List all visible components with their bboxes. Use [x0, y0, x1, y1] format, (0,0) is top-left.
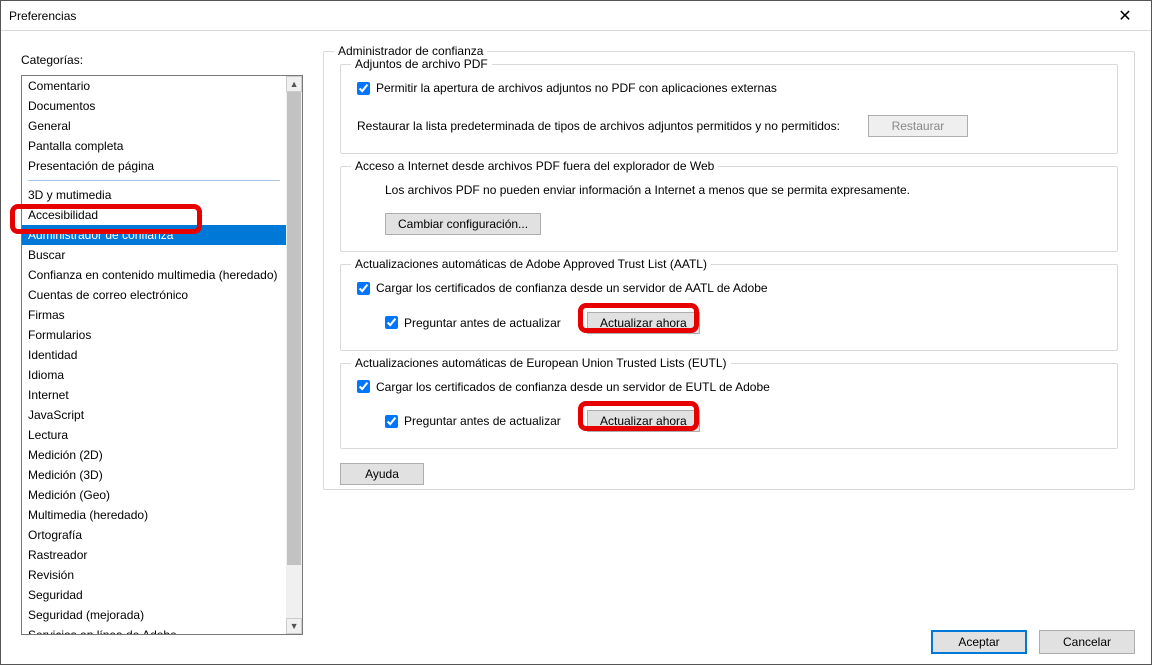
aatl-load-input[interactable] — [357, 282, 370, 295]
internet-access-legend: Acceso a Internet desde archivos PDF fue… — [351, 159, 718, 173]
scroll-track[interactable] — [286, 92, 302, 618]
list-item[interactable]: 3D y mutimedia — [22, 185, 286, 205]
aatl-group: Actualizaciones automáticas de Adobe App… — [340, 264, 1118, 351]
internet-access-group: Acceso a Internet desde archivos PDF fue… — [340, 166, 1118, 252]
eutl-ask-input[interactable] — [385, 415, 398, 428]
aatl-load-label: Cargar los certificados de confianza des… — [376, 281, 768, 295]
list-item[interactable]: Internet — [22, 385, 286, 405]
aatl-ask-input[interactable] — [385, 316, 398, 329]
list-item[interactable]: Identidad — [22, 345, 286, 365]
titlebar: Preferencias ✕ — [1, 1, 1151, 31]
categories-listbox[interactable]: ComentarioDocumentosGeneralPantalla comp… — [21, 75, 303, 635]
categories-list-inner: ComentarioDocumentosGeneralPantalla comp… — [22, 76, 286, 634]
list-item[interactable]: Medición (Geo) — [22, 485, 286, 505]
list-item[interactable]: Comentario — [22, 76, 286, 96]
pdf-attachments-legend: Adjuntos de archivo PDF — [351, 57, 492, 71]
list-item[interactable]: Medición (2D) — [22, 445, 286, 465]
categories-label: Categorías: — [21, 53, 83, 67]
eutl-update-button[interactable]: Actualizar ahora — [587, 410, 700, 432]
list-item[interactable]: Buscar — [22, 245, 286, 265]
list-item[interactable]: JavaScript — [22, 405, 286, 425]
aatl-legend: Actualizaciones automáticas de Adobe App… — [351, 257, 711, 271]
list-separator — [28, 180, 280, 181]
pdf-attachments-group: Adjuntos de archivo PDF Permitir la aper… — [340, 64, 1118, 154]
allow-non-pdf-input[interactable] — [357, 82, 370, 95]
list-item[interactable]: Accesibilidad — [22, 205, 286, 225]
list-item[interactable]: Revisión — [22, 565, 286, 585]
list-item[interactable]: Presentación de página — [22, 156, 286, 176]
eutl-group: Actualizaciones automáticas de European … — [340, 363, 1118, 450]
list-item[interactable]: Formularios — [22, 325, 286, 345]
list-item[interactable]: Seguridad — [22, 585, 286, 605]
window-title: Preferencias — [9, 9, 76, 23]
list-item[interactable]: Rastreador — [22, 545, 286, 565]
eutl-load-label: Cargar los certificados de confianza des… — [376, 380, 770, 394]
allow-non-pdf-label: Permitir la apertura de archivos adjunto… — [376, 81, 777, 95]
cancel-button[interactable]: Cancelar — [1039, 630, 1135, 654]
restore-button[interactable]: Restaurar — [868, 115, 968, 137]
scroll-up-icon[interactable]: ▲ — [286, 76, 302, 92]
eutl-ask-label: Preguntar antes de actualizar — [404, 414, 561, 428]
internet-access-desc: Los archivos PDF no pueden enviar inform… — [385, 183, 1101, 197]
list-item[interactable]: Ortografía — [22, 525, 286, 545]
scroll-thumb[interactable] — [287, 92, 301, 565]
change-settings-button[interactable]: Cambiar configuración... — [385, 213, 541, 235]
list-item[interactable]: Medición (3D) — [22, 465, 286, 485]
eutl-legend: Actualizaciones automáticas de European … — [351, 356, 731, 370]
list-item[interactable]: Firmas — [22, 305, 286, 325]
aatl-update-button[interactable]: Actualizar ahora — [587, 312, 700, 334]
list-item[interactable]: Servicios en línea de Adobe — [22, 625, 286, 634]
restore-list-text: Restaurar la lista predeterminada de tip… — [357, 119, 840, 133]
aatl-load-checkbox[interactable]: Cargar los certificados de confianza des… — [357, 281, 768, 295]
eutl-load-input[interactable] — [357, 380, 370, 393]
scrollbar[interactable]: ▲ ▼ — [286, 76, 302, 634]
list-item[interactable]: Seguridad (mejorada) — [22, 605, 286, 625]
ok-button[interactable]: Aceptar — [931, 630, 1027, 654]
preferences-window: Preferencias ✕ Categorías: ComentarioDoc… — [0, 0, 1152, 665]
scroll-down-icon[interactable]: ▼ — [286, 618, 302, 634]
list-item[interactable]: Lectura — [22, 425, 286, 445]
list-item[interactable]: Idioma — [22, 365, 286, 385]
allow-non-pdf-checkbox[interactable]: Permitir la apertura de archivos adjunto… — [357, 81, 777, 95]
eutl-ask-checkbox[interactable]: Preguntar antes de actualizar — [385, 414, 575, 428]
trust-manager-legend: Administrador de confianza — [334, 44, 487, 58]
list-item[interactable]: Confianza en contenido multimedia (hered… — [22, 265, 286, 285]
settings-panel: Administrador de confianza Adjuntos de a… — [323, 51, 1135, 502]
list-item[interactable]: Administrador de confianza — [22, 225, 286, 245]
eutl-load-checkbox[interactable]: Cargar los certificados de confianza des… — [357, 380, 770, 394]
list-item[interactable]: Cuentas de correo electrónico — [22, 285, 286, 305]
aatl-ask-label: Preguntar antes de actualizar — [404, 316, 561, 330]
list-item[interactable]: Pantalla completa — [22, 136, 286, 156]
close-icon[interactable]: ✕ — [1107, 1, 1143, 31]
dialog-buttons: Aceptar Cancelar — [931, 630, 1135, 654]
dialog-body: Categorías: ComentarioDocumentosGeneralP… — [1, 31, 1151, 664]
list-item[interactable]: Multimedia (heredado) — [22, 505, 286, 525]
help-button[interactable]: Ayuda — [340, 463, 424, 485]
trust-manager-group: Administrador de confianza Adjuntos de a… — [323, 51, 1135, 490]
aatl-ask-checkbox[interactable]: Preguntar antes de actualizar — [385, 316, 575, 330]
list-item[interactable]: Documentos — [22, 96, 286, 116]
list-item[interactable]: General — [22, 116, 286, 136]
